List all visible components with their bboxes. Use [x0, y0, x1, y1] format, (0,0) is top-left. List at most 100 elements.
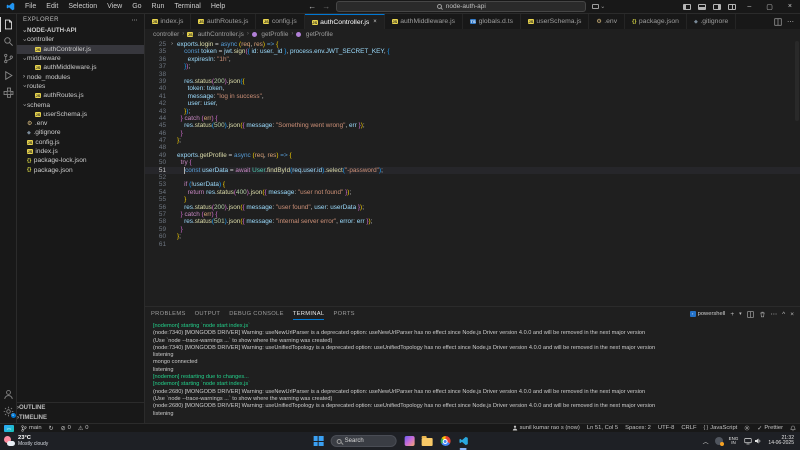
tree-item-authController.js[interactable]: JSauthController.js: [17, 45, 144, 54]
terminal-output[interactable]: [nodemon] starting `node start index.js`…: [145, 321, 800, 423]
tree-item-package.json[interactable]: {}package.json: [17, 165, 144, 174]
panel-tab-output[interactable]: OUTPUT: [195, 309, 221, 319]
explorer-icon[interactable]: [0, 17, 17, 32]
code-line-48[interactable]: 48: [145, 144, 800, 151]
code-line-40[interactable]: 40 token: token,: [145, 85, 800, 92]
command-center-search[interactable]: node-auth-api: [336, 1, 586, 12]
tab-index.js[interactable]: JSindex.js: [145, 14, 191, 29]
restore-button[interactable]: ▢: [762, 3, 777, 11]
menu-run[interactable]: Run: [147, 3, 170, 10]
code-line-61[interactable]: 61: [145, 241, 800, 248]
code-line-57[interactable]: 57 } catch (err) {: [145, 211, 800, 218]
code-editor[interactable]: 25›exports.login = async (req, res) => {…: [145, 39, 800, 306]
explorer-more-icon[interactable]: ⋯: [132, 17, 138, 24]
status-item[interactable]: [744, 425, 750, 431]
code-line-49[interactable]: 49exports.getProfile = async (req, res) …: [145, 152, 800, 159]
tree-root-folder[interactable]: › NODE-AUTH-API: [17, 26, 144, 35]
menu-go[interactable]: Go: [127, 3, 146, 10]
extensions-icon[interactable]: [0, 85, 17, 100]
code-line-52[interactable]: 52: [145, 174, 800, 181]
editor-more-actions-icon[interactable]: ⋯: [787, 18, 794, 26]
editor-scrollbar[interactable]: [795, 41, 799, 121]
layout-dropdown-icon[interactable]: ⌄: [592, 3, 605, 10]
forward-arrow-icon[interactable]: →: [322, 2, 330, 11]
tab-authController.js[interactable]: JSauthController.js×: [305, 14, 385, 29]
tree-item-package-lock.json[interactable]: {}package-lock.json: [17, 156, 144, 165]
code-line-54[interactable]: 54 return res.status(400).json({ message…: [145, 189, 800, 196]
code-line-38[interactable]: 38: [145, 71, 800, 78]
panel-tab-problems[interactable]: PROBLEMS: [151, 309, 186, 319]
source-control-icon[interactable]: [0, 51, 17, 66]
code-line-46[interactable]: 46 }: [145, 130, 800, 137]
panel-tab-ports[interactable]: PORTS: [333, 309, 354, 319]
breadcrumb-item[interactable]: getProfile: [296, 31, 333, 38]
tab-authMiddleware.js[interactable]: JSauthMiddleware.js: [385, 14, 463, 29]
status-item-crlf[interactable]: CRLF: [681, 425, 696, 431]
chrome-icon[interactable]: [440, 436, 451, 447]
account-icon[interactable]: [0, 387, 17, 402]
tree-item-authRoutes.js[interactable]: JSauthRoutes.js: [17, 91, 144, 100]
tree-item-routes[interactable]: ›routes: [17, 82, 144, 91]
code-line-42[interactable]: 42 user: user,: [145, 100, 800, 107]
customize-layout-icon[interactable]: [728, 4, 736, 10]
panel-tab-terminal[interactable]: TERMINAL: [293, 309, 325, 320]
section-timeline[interactable]: ›TIMELINE: [17, 413, 144, 423]
tree-item-controller[interactable]: ›controller: [17, 35, 144, 44]
close-button[interactable]: ×: [784, 3, 796, 10]
code-line-53[interactable]: 53 if (!userData) {: [145, 181, 800, 188]
tree-item-config.js[interactable]: JSconfig.js: [17, 138, 144, 147]
breadcrumb-item[interactable]: JSauthController.js: [187, 31, 244, 38]
tab-.env[interactable]: ⚙.env: [589, 14, 625, 29]
language-indicator[interactable]: ENG IN: [729, 437, 739, 446]
status-item-utf-8[interactable]: UTF-8: [658, 425, 674, 431]
code-line-39[interactable]: 39 res.status(200).json({: [145, 78, 800, 85]
section-outline[interactable]: ›OUTLINE: [17, 403, 144, 413]
status-item-prettier[interactable]: ✓Prettier: [757, 425, 783, 432]
sync-tray-icon[interactable]: [715, 437, 723, 445]
terminal-dropdown-icon[interactable]: ▾: [739, 311, 742, 317]
split-editor-icon[interactable]: [774, 18, 782, 26]
panel-more-icon[interactable]: ⋯: [771, 310, 778, 318]
settings-gear-icon[interactable]: 1: [0, 404, 17, 419]
tree-item-schema[interactable]: ›schema: [17, 100, 144, 109]
tree-item-.gitignore[interactable]: ◆.gitignore: [17, 128, 144, 137]
tree-item-node_modules[interactable]: ›node_modules: [17, 72, 144, 81]
status-item[interactable]: [790, 425, 796, 432]
menu-terminal[interactable]: Terminal: [169, 3, 205, 10]
menu-selection[interactable]: Selection: [63, 3, 102, 10]
clock-widget[interactable]: 21:32 14-06-2025: [768, 436, 794, 447]
tab-config.js[interactable]: JSconfig.js: [256, 14, 304, 29]
menu-file[interactable]: File: [20, 3, 41, 10]
tab-globals.d.ts[interactable]: TSglobals.d.ts: [463, 14, 521, 29]
code-line-37[interactable]: 37 });: [145, 63, 800, 70]
breadcrumb-item[interactable]: controller: [153, 31, 179, 38]
tree-item-index.js[interactable]: JSindex.js: [17, 147, 144, 156]
status-item-0[interactable]: ⚠0: [78, 425, 89, 432]
status-item-spaces-2[interactable]: Spaces: 2: [625, 425, 651, 431]
code-line-60[interactable]: 60};: [145, 233, 800, 240]
tray-status-icons[interactable]: [744, 437, 762, 445]
tab-package.json[interactable]: {}package.json: [625, 14, 687, 29]
kill-terminal-icon[interactable]: [759, 311, 766, 318]
tray-expand-icon[interactable]: ︿: [703, 437, 709, 446]
code-line-56[interactable]: 56 res.status(200).json({ message: "user…: [145, 204, 800, 211]
tree-item-authMiddleware.js[interactable]: JSauthMiddleware.js: [17, 63, 144, 72]
tab-authRoutes.js[interactable]: JSauthRoutes.js: [191, 14, 256, 29]
code-line-36[interactable]: 36 expiresIn: "1h",: [145, 56, 800, 63]
code-line-41[interactable]: 41 message: "log in success",: [145, 93, 800, 100]
tab-.gitignore[interactable]: ◆.gitignore: [687, 14, 736, 29]
search-view-icon[interactable]: [0, 34, 17, 49]
minimize-button[interactable]: –: [743, 3, 755, 10]
toggle-secondary-sidebar-icon[interactable]: [713, 4, 721, 10]
tree-item-middleware[interactable]: ›middleware: [17, 54, 144, 63]
panel-tab-debug-console[interactable]: DEBUG CONSOLE: [229, 309, 283, 319]
tree-item-userSchema.js[interactable]: JSuserSchema.js: [17, 110, 144, 119]
status-item-sunil-kumar-rao-s-now-[interactable]: sunil kumar rao s (now): [512, 425, 580, 431]
code-line-44[interactable]: 44 } catch (err) {: [145, 115, 800, 122]
code-line-43[interactable]: 43 });: [145, 108, 800, 115]
tab-close-icon[interactable]: ×: [373, 19, 377, 25]
code-line-58[interactable]: 58 res.status(501).json({ message: "inte…: [145, 218, 800, 225]
new-terminal-icon[interactable]: +: [730, 311, 734, 318]
toggle-panel-icon[interactable]: [698, 4, 706, 10]
status-item-javascript[interactable]: { }JavaScript: [703, 425, 737, 431]
